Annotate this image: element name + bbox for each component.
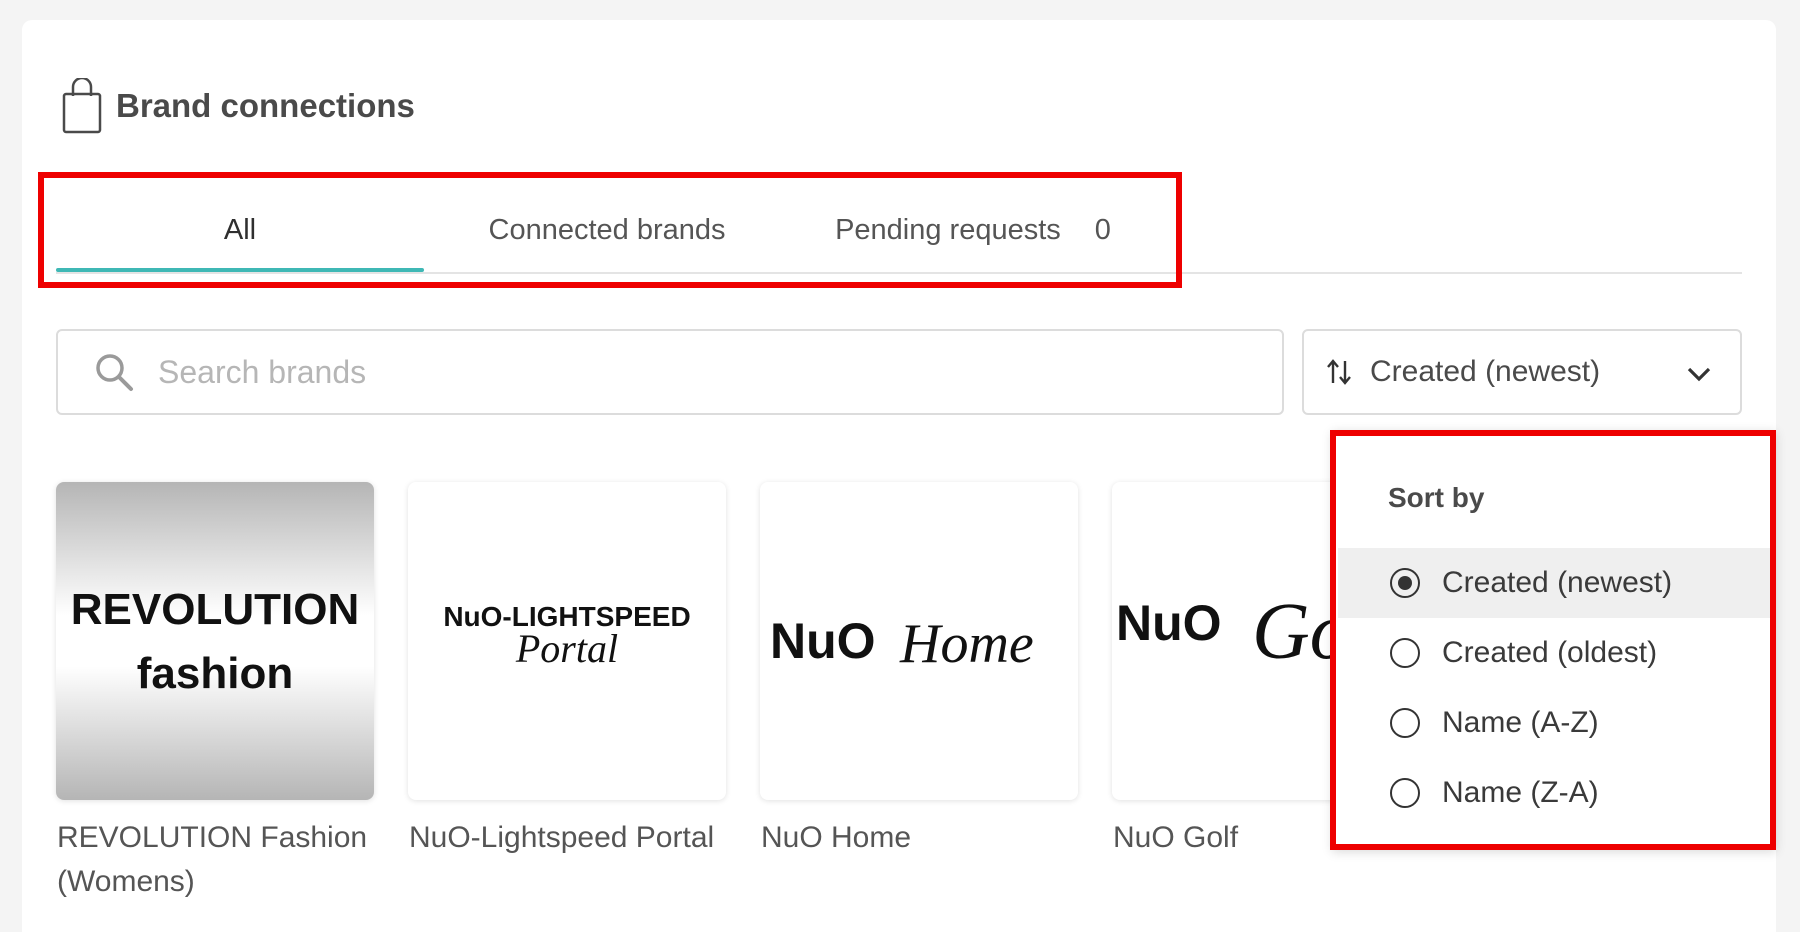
page-header: Brand connections (62, 78, 415, 134)
brand-name-revolution[interactable]: REVOLUTION Fashion (Womens) (57, 816, 377, 904)
revolution-fashion-logo: REVOLUTION fashion (56, 482, 374, 800)
brand-card-revolution[interactable]: REVOLUTION fashion (56, 482, 374, 800)
search-input[interactable] (158, 353, 1158, 391)
svg-text:NuO: NuO (1116, 595, 1222, 651)
svg-text:NuO: NuO (770, 613, 876, 669)
page-title: Brand connections (116, 87, 415, 124)
nuo-home-logo: NuO Home (770, 613, 1034, 675)
shopping-bag-icon (62, 78, 102, 134)
chevron-down-icon (1687, 367, 1711, 382)
svg-text:REVOLUTION: REVOLUTION (71, 585, 359, 634)
brand-name-nuo-home[interactable]: NuO Home (761, 816, 1081, 860)
tabs-highlight-box (38, 172, 1182, 288)
sort-selected-value: Created (newest) (1370, 355, 1601, 388)
svg-text:Home: Home (899, 613, 1034, 675)
brand-name-nuo-lightspeed[interactable]: NuO-Lightspeed Portal (409, 816, 729, 860)
search-box[interactable] (56, 329, 1284, 415)
svg-text:fashion: fashion (137, 649, 293, 698)
brand-card-nuo-home[interactable]: NuO Home (760, 482, 1078, 800)
svg-text:Portal: Portal (515, 626, 618, 671)
sort-menu-highlight-box (1330, 430, 1776, 850)
nuo-lightspeed-logo: NuO-LIGHTSPEED Portal (443, 601, 690, 671)
brand-card-nuo-lightspeed[interactable]: NuO-LIGHTSPEED Portal (408, 482, 726, 800)
search-icon (96, 354, 133, 391)
sort-select[interactable]: Created (newest) (1302, 329, 1742, 415)
sort-arrows-icon (1327, 359, 1351, 385)
